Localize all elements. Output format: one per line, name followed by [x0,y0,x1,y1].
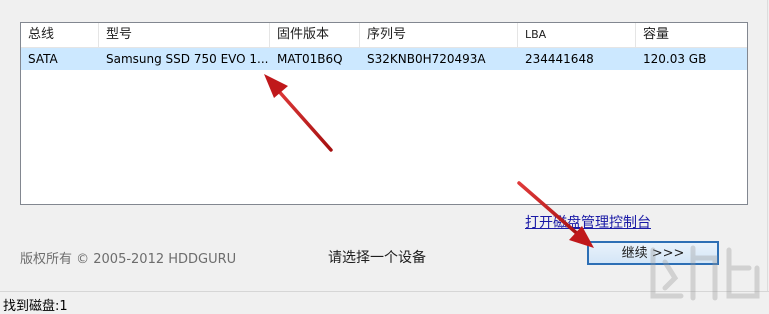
column-header-lba[interactable]: LBA [518,23,636,47]
device-list[interactable]: 总线 型号 固件版本 序列号 LBA 容量 SATA Samsung SSD 7… [20,22,748,205]
column-header-capacity[interactable]: 容量 [636,23,747,47]
column-header-bus[interactable]: 总线 [21,23,99,47]
table-row[interactable]: SATA Samsung SSD 750 EVO 1... MAT01B6Q S… [21,48,747,70]
column-header-firmware[interactable]: 固件版本 [270,23,360,47]
status-text: 找到磁盘:1 [3,299,68,314]
select-device-prompt: 请选择一个设备 [328,250,426,266]
cell-firmware: MAT01B6Q [277,52,343,66]
status-bar: 找到磁盘:1 [0,291,769,314]
column-header-model[interactable]: 型号 [99,23,270,47]
cell-serial: S32KNB0H720493A [367,52,486,66]
column-header-serial[interactable]: 序列号 [360,23,518,47]
cell-bus: SATA [28,52,58,66]
copyright-text: 版权所有 © 2005-2012 HDDGURU [20,252,237,267]
list-header: 总线 型号 固件版本 序列号 LBA 容量 [21,23,747,48]
open-disk-management-link[interactable]: 打开磁盘管理控制台 [525,212,651,232]
continue-button[interactable]: 继续 >>> [587,241,719,265]
main-panel: 总线 型号 固件版本 序列号 LBA 容量 SATA Samsung SSD 7… [0,0,768,291]
cell-model: Samsung SSD 750 EVO 1... [106,52,269,66]
cell-lba: 234441648 [525,52,594,66]
cell-capacity: 120.03 GB [643,52,707,66]
